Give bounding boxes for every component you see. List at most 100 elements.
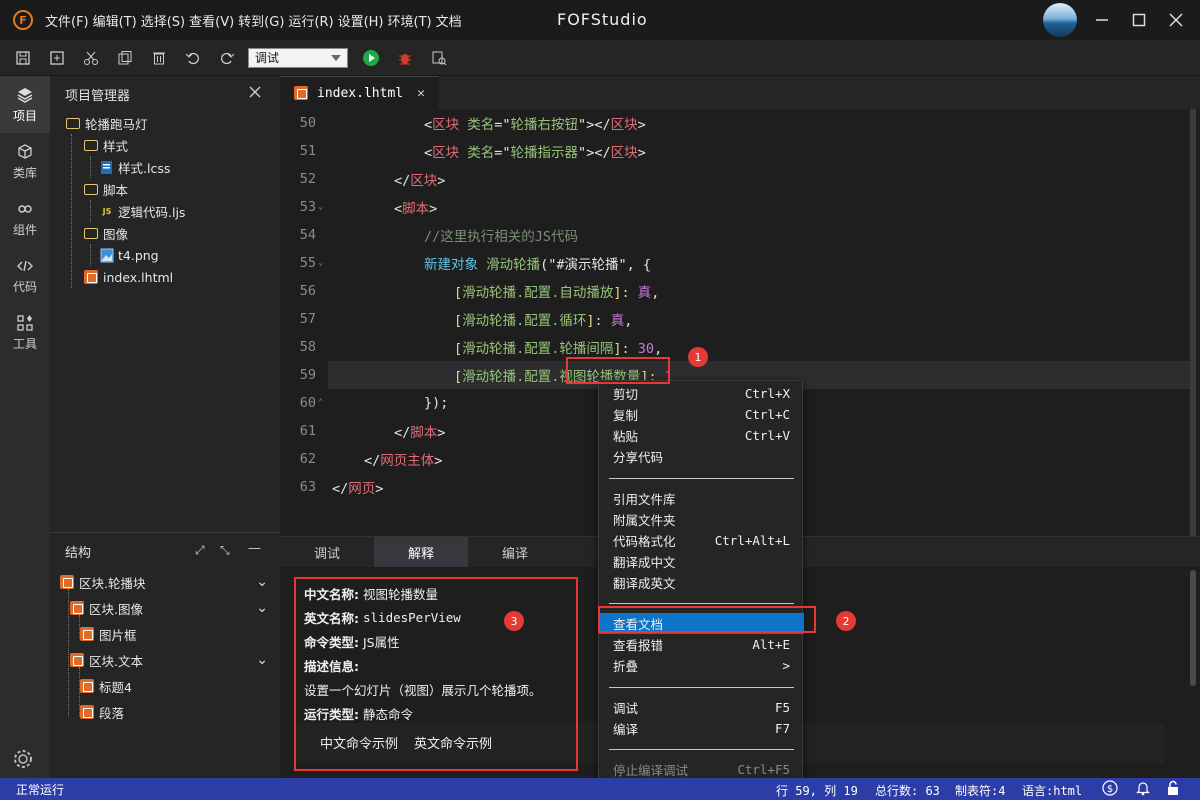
fold-icon[interactable]: ⌄ (318, 258, 323, 268)
code-token: 区块 (610, 117, 638, 133)
status-position[interactable]: 行 59, 列 19 (776, 782, 858, 799)
maximize-icon[interactable] (1127, 8, 1151, 32)
tree-file-css[interactable]: 样式.lcss (50, 156, 280, 178)
menu-settings[interactable]: 设置(H) (338, 11, 384, 30)
tree-folder-styles[interactable]: 样式 (50, 134, 280, 156)
cut-icon[interactable] (80, 47, 102, 69)
menu-item-view-errors[interactable]: 查看报错 Alt+E (599, 634, 804, 655)
tree-folder-scripts[interactable]: 脚本 (50, 178, 280, 200)
unlock-icon[interactable] (1165, 780, 1181, 799)
menu-item-fold[interactable]: 折叠 > (599, 655, 804, 676)
menu-item-paste[interactable]: 粘贴 Ctrl+V (599, 425, 804, 446)
undo-icon[interactable] (182, 47, 204, 69)
line-number: 52 (299, 171, 316, 187)
activity-code[interactable]: 代码 (0, 247, 50, 304)
menu-select[interactable]: 选择(S) (141, 11, 185, 30)
menu-item-copy[interactable]: 复制 Ctrl+C (599, 404, 804, 425)
redo-icon[interactable] (216, 47, 238, 69)
code-token: [ (454, 369, 463, 385)
chevron-down-icon[interactable]: ⌄ (256, 652, 268, 668)
tab-explain[interactable]: 解释 (374, 537, 468, 567)
tree-file-js[interactable]: JS 逻辑代码.ljs (50, 200, 280, 222)
block-icon (80, 627, 94, 641)
code-token: ></ (586, 145, 611, 161)
menu-item-cut[interactable]: 剪切 Ctrl+X (599, 383, 804, 404)
tree-folder-images[interactable]: 图像 (50, 222, 280, 244)
run-icon[interactable] (360, 47, 382, 69)
menu-goto[interactable]: 转到(G) (238, 11, 284, 30)
tab-index-lhtml[interactable]: index.lhtml ✕ (280, 76, 438, 109)
fold-icon[interactable]: ⌃ (318, 398, 323, 408)
menu-file[interactable]: 文件(F) (45, 11, 89, 30)
dollar-icon[interactable]: $ (1102, 780, 1118, 799)
structure-item[interactable]: 段落 (50, 699, 280, 725)
menu-item-import-lib[interactable]: 引用文件库 (599, 488, 804, 509)
copy-icon[interactable] (114, 47, 136, 69)
avatar[interactable] (1043, 3, 1077, 37)
activity-tools[interactable]: 工具 (0, 304, 50, 361)
structure-item[interactable]: 标题4 (50, 673, 280, 699)
menu-item-stop[interactable]: 停止编译调试 Ctrl+F5 (599, 759, 804, 780)
minus-icon[interactable]: — (248, 541, 261, 556)
menu-item-debug[interactable]: 调试 F5 (599, 697, 804, 718)
menu-item-attached-folder[interactable]: 附属文件夹 (599, 509, 804, 530)
structure-item[interactable]: 区块.文本 ⌄ (50, 647, 280, 673)
panel-scrollbar[interactable] (1190, 570, 1196, 686)
close-icon[interactable] (1164, 8, 1188, 32)
expand-icon[interactable]: ⤢ (195, 543, 205, 558)
folder-icon (66, 117, 80, 129)
code-line: 58 [滑动轮播.配置.轮播间隔]: 30, (280, 333, 1200, 361)
code-token: > (637, 145, 646, 161)
menu-item-share-code[interactable]: 分享代码 (599, 446, 804, 467)
menu-view[interactable]: 查看(V) (189, 11, 234, 30)
code-token: 类名 (459, 145, 495, 161)
structure-item[interactable]: 区块.轮播块 ⌄ (50, 569, 280, 595)
fold-icon[interactable]: ⌄ (318, 202, 323, 212)
tree-folder-root[interactable]: 轮播跑马灯 (50, 112, 280, 134)
inspect-icon[interactable] (428, 47, 450, 69)
editor-scrollbar[interactable] (1190, 109, 1196, 536)
structure-item[interactable]: 区块.图像 ⌄ (50, 595, 280, 621)
editor-tab-bar: index.lhtml ✕ (280, 76, 1200, 109)
menu-run[interactable]: 运行(R) (288, 11, 333, 30)
close-icon[interactable] (248, 85, 262, 103)
code-token: , (624, 313, 633, 329)
annotation-box-1 (566, 357, 670, 384)
menu-edit[interactable]: 编辑(T) (93, 11, 137, 30)
chevron-down-icon[interactable]: ⌄ (256, 600, 268, 616)
menu-item-compile[interactable]: 编译 F7 (599, 718, 804, 739)
menu-item-format[interactable]: 代码格式化 Ctrl+Alt+L (599, 530, 804, 551)
bug-icon[interactable] (394, 47, 416, 69)
gear-icon[interactable] (12, 748, 34, 774)
tree-file-image[interactable]: t4.png (50, 244, 280, 266)
menu-environment[interactable]: 环境(T) (388, 11, 432, 30)
collapse-icon[interactable]: ⤡ (220, 543, 230, 558)
bell-icon[interactable] (1135, 780, 1151, 799)
close-icon[interactable]: ✕ (417, 86, 425, 101)
annotation-box-2 (598, 606, 816, 633)
activity-components[interactable]: 组件 (0, 190, 50, 247)
structure-item[interactable]: 图片框 (50, 621, 280, 647)
save-icon[interactable] (12, 47, 34, 69)
css-file-icon (100, 160, 114, 175)
activity-project[interactable]: 项目 (0, 76, 50, 133)
new-file-icon[interactable] (46, 47, 68, 69)
menu-docs[interactable]: 文档 (436, 11, 462, 30)
status-language[interactable]: 语言:html (1022, 782, 1082, 799)
tab-compile[interactable]: 编译 (468, 537, 562, 567)
tree-file-html[interactable]: index.lhtml (50, 266, 280, 288)
html-file-icon (84, 270, 98, 284)
chevron-down-icon[interactable]: ⌄ (256, 574, 268, 590)
annotation-box-3 (294, 577, 578, 771)
delete-icon[interactable] (148, 47, 170, 69)
mode-select[interactable]: 调试 (248, 47, 348, 68)
activity-library[interactable]: 类库 (0, 133, 50, 190)
code-token: 网页 (348, 481, 376, 497)
tools-icon (17, 314, 33, 331)
minimize-icon[interactable] (1090, 8, 1114, 32)
tab-debug[interactable]: 调试 (280, 537, 374, 567)
code-token: 30 (637, 341, 655, 357)
status-tab-size[interactable]: 制表符:4 (955, 782, 1005, 799)
menu-item-translate-en[interactable]: 翻译成英文 (599, 572, 804, 593)
menu-item-translate-zh[interactable]: 翻译成中文 (599, 551, 804, 572)
